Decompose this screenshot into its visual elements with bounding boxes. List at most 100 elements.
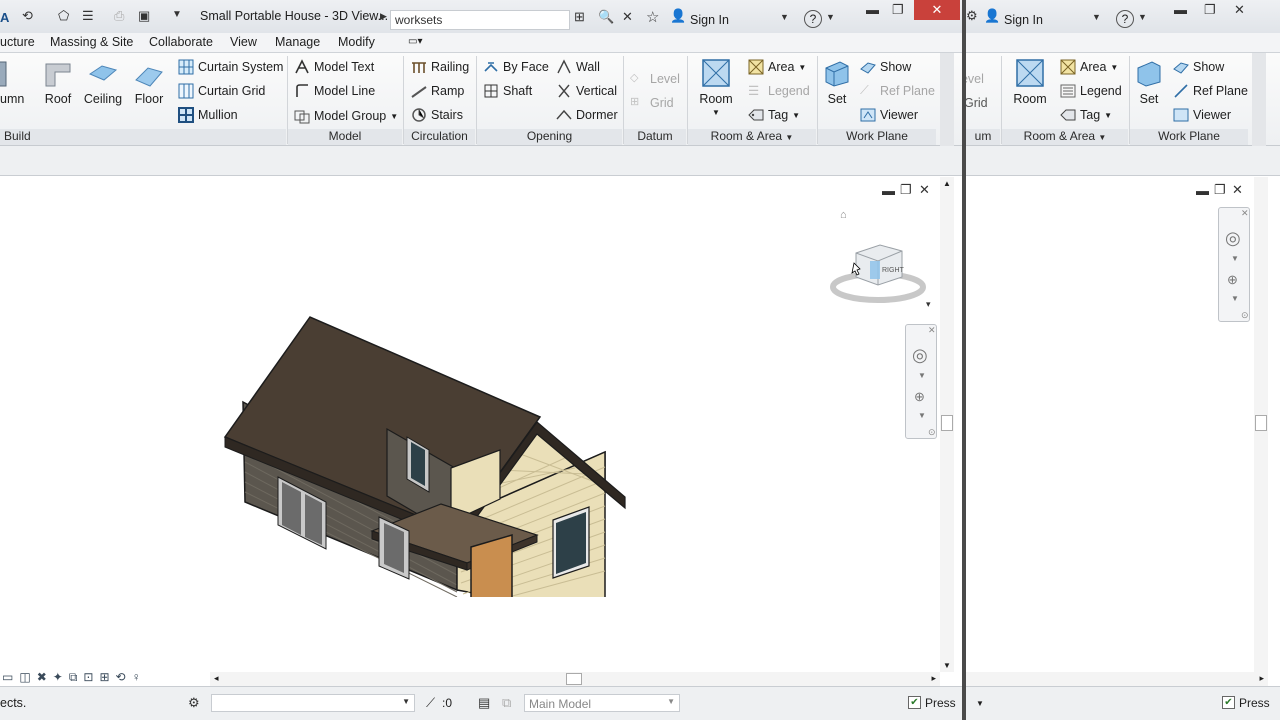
quick-access-print-icon[interactable]: ⎙ (114, 8, 124, 24)
model-group-dropdown-icon[interactable]: ▼ (390, 112, 398, 121)
sign-in-dropdown-icon[interactable]: ▼ (1092, 12, 1101, 22)
restore-icon[interactable]: ❐ (1204, 2, 1216, 18)
ceiling-button[interactable]: Ceiling (82, 58, 124, 106)
navbar-options-icon[interactable]: ⊙ (1241, 310, 1249, 321)
room-button[interactable]: Room (1008, 58, 1052, 106)
help-button[interactable]: ? (804, 10, 822, 28)
app-menu-button[interactable]: A (0, 10, 9, 25)
tab-massing-site[interactable]: Massing & Site (50, 35, 133, 49)
sign-in-link[interactable]: Sign In (1004, 13, 1043, 27)
grid-button[interactable]: Grid (966, 93, 988, 113)
room-area-expand-icon[interactable]: ▼ (1098, 133, 1106, 142)
viewcube[interactable]: RIGHT (830, 239, 930, 309)
design-options-dropdown-icon[interactable]: ⧉ (502, 695, 511, 711)
minimize-icon[interactable]: ▬ (866, 2, 879, 17)
set-work-plane-button[interactable]: Set (1132, 58, 1166, 106)
wall-opening-button[interactable]: Wall (556, 57, 600, 77)
ribbon-scroll[interactable] (1252, 53, 1266, 146)
zoom-icon[interactable]: ⊕ (1227, 272, 1238, 288)
view-horizontal-scrollbar[interactable]: ◂ ▸ (210, 672, 940, 686)
view-close-icon[interactable]: ✕ (1232, 182, 1243, 198)
workset-dropdown-icon[interactable]: ▼ (402, 697, 410, 706)
sun-path-icon[interactable]: ✦ (53, 670, 63, 686)
show-work-plane-button[interactable]: Show (1173, 57, 1224, 77)
scroll-up-icon[interactable]: ▲ (943, 179, 951, 188)
navbar-close-icon[interactable]: ✕ (1241, 208, 1249, 219)
search-input[interactable]: worksets (390, 10, 570, 30)
tab-structure[interactable]: ucture (0, 35, 35, 49)
column-button[interactable]: umn (0, 58, 24, 106)
view-horizontal-scrollbar[interactable]: ▸ (966, 672, 1268, 686)
dormer-opening-button[interactable]: Dormer (556, 105, 618, 125)
ref-plane-button[interactable]: Ref Plane (1173, 81, 1248, 101)
communication-icon[interactable]: ✕ (622, 9, 633, 25)
quick-access-settings-icon[interactable]: ☰ (82, 8, 94, 24)
quick-access-undo-icon[interactable]: ⬠ (58, 8, 69, 24)
crop-icon[interactable]: ⊡ (83, 670, 93, 686)
home-icon[interactable]: ⌂ (840, 209, 847, 221)
legend-button[interactable]: ☰ Legend (748, 81, 810, 101)
hide-icon[interactable]: ⟲ (116, 670, 126, 686)
scroll-thumb-vertical[interactable] (941, 415, 953, 431)
room-area-expand-icon[interactable]: ▼ (785, 133, 793, 142)
subscription-icon[interactable]: 🔍 (598, 9, 614, 25)
3d-view[interactable]: ▬ ❐ ✕ ⌂ RIGHT ▾ ✕ ◎ ▼ ⊕ ▼ ⊙ ▲ ▼ ◂ ▸ ▭ ◫ … (0, 177, 962, 686)
view-restore-icon[interactable]: ❐ (1214, 182, 1226, 198)
room-dropdown-icon[interactable]: ▼ (712, 108, 720, 117)
minimize-icon[interactable]: ▬ (1174, 2, 1187, 17)
steering-dropdown-icon[interactable]: ▼ (918, 371, 926, 380)
scroll-left-icon[interactable]: ◂ (214, 673, 219, 684)
navbar-options-icon[interactable]: ⊙ (928, 427, 936, 438)
area-dropdown-icon[interactable]: ▼ (798, 63, 806, 72)
view-vertical-scrollbar[interactable]: ▲ ▼ (940, 177, 954, 672)
sign-in-link[interactable]: Sign In (690, 13, 729, 27)
tag-dropdown-icon[interactable]: ▼ (792, 111, 800, 120)
show-work-plane-button[interactable]: Show (860, 57, 911, 77)
scale-icon[interactable]: ▭ (2, 670, 13, 686)
railing-button[interactable]: Railing (411, 57, 469, 77)
model-group-button[interactable]: Model Group ▼ (294, 106, 398, 126)
quick-access-window-icon[interactable]: ▣ (138, 8, 150, 24)
scroll-thumb-vertical[interactable] (1255, 415, 1267, 431)
press-drag-checkbox[interactable]: ✔ (1222, 696, 1235, 709)
press-drag-checkbox[interactable]: ✔ (908, 696, 921, 709)
close-window-button[interactable]: ✕ (914, 0, 960, 20)
vertical-opening-button[interactable]: Vertical (556, 81, 617, 101)
dropdown-icon[interactable]: ▼ (976, 699, 984, 708)
tab-collaborate[interactable]: Collaborate (149, 35, 213, 49)
ribbon-minimize-icon[interactable]: ▭▾ (408, 36, 422, 47)
design-options-icon[interactable]: ▤ (478, 695, 490, 711)
restore-icon[interactable]: ❐ (892, 2, 904, 18)
scroll-thumb-horizontal[interactable] (566, 673, 582, 685)
editable-icon[interactable]: ⟋ (426, 695, 435, 711)
shadows-icon[interactable]: ⧉ (69, 670, 78, 686)
view-minimize-icon[interactable]: ▬ (1196, 183, 1209, 198)
view-minimize-icon[interactable]: ▬ (882, 183, 895, 198)
worksharing-icon[interactable]: ⚙ (188, 695, 200, 711)
navbar-close-icon[interactable]: ✕ (928, 325, 936, 336)
by-face-button[interactable]: By Face (483, 57, 549, 77)
close-window-icon[interactable]: ✕ (1234, 2, 1245, 18)
mullion-button[interactable]: Mullion (178, 105, 238, 125)
detail-level-icon[interactable]: ◫ (19, 670, 30, 686)
shaft-button[interactable]: Shaft (483, 81, 532, 101)
favorites-star-icon[interactable]: ☆ (646, 8, 659, 26)
viewer-button[interactable]: Viewer (1173, 105, 1231, 125)
search-expand-icon[interactable]: ▶ (380, 11, 387, 22)
sign-in-dropdown-icon[interactable]: ▼ (780, 12, 789, 22)
quick-access-dropdown-icon[interactable]: ▼ (172, 9, 182, 20)
house-model[interactable] (215, 252, 635, 597)
scroll-right-icon[interactable]: ▸ (931, 673, 936, 684)
floor-button[interactable]: Floor (130, 58, 168, 106)
model-line-button[interactable]: Model Line (294, 81, 375, 101)
steering-wheel-icon[interactable]: ◎ (1225, 228, 1241, 249)
help-button[interactable]: ? (1116, 10, 1134, 28)
tag-dropdown-icon[interactable]: ▼ (1104, 111, 1112, 120)
level-button[interactable]: Level (966, 69, 984, 89)
3d-view[interactable]: ▬ ❐ ✕ ✕ ◎ ▼ ⊕ ▼ ⊙ ▸ (966, 177, 1280, 686)
ramp-button[interactable]: Ramp (411, 81, 464, 101)
view-close-icon[interactable]: ✕ (919, 182, 930, 198)
zoom-icon[interactable]: ⊕ (914, 389, 925, 405)
ribbon-scroll[interactable] (940, 53, 954, 146)
viewcube-menu-icon[interactable]: ▾ (926, 299, 931, 310)
